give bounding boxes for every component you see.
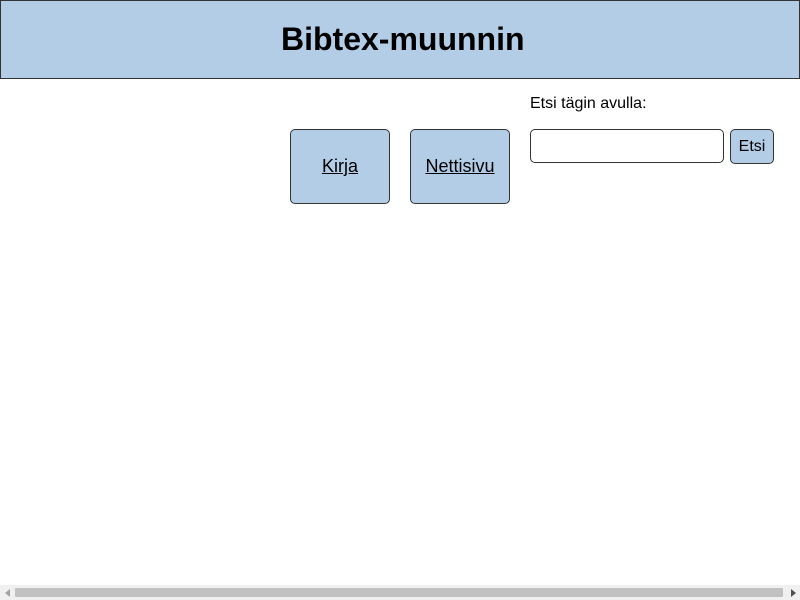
scroll-right-arrow-icon[interactable] bbox=[785, 585, 800, 600]
nettisivu-button[interactable]: Nettisivu bbox=[410, 129, 510, 204]
scrollbar-thumb[interactable] bbox=[15, 588, 783, 597]
nettisivu-button-label: Nettisivu bbox=[425, 156, 495, 176]
kirja-button[interactable]: Kirja bbox=[290, 129, 390, 204]
horizontal-scrollbar[interactable] bbox=[0, 585, 800, 600]
page-title: Bibtex-muunnin bbox=[281, 21, 525, 57]
page: Bibtex-muunnin Kirja Nettisivu Etsi tägi… bbox=[0, 0, 800, 600]
search-label: Etsi tägin avulla: bbox=[530, 95, 647, 112]
search-button[interactable]: Etsi bbox=[730, 129, 774, 164]
scroll-left-arrow-icon[interactable] bbox=[0, 585, 15, 600]
tag-search-input[interactable] bbox=[530, 129, 724, 163]
header-bar: Bibtex-muunnin bbox=[0, 0, 800, 79]
kirja-button-label: Kirja bbox=[321, 156, 358, 176]
